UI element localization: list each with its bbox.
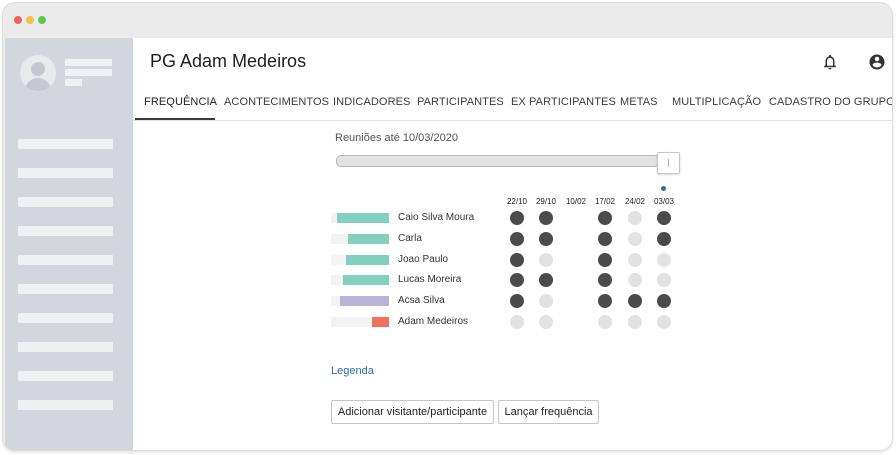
window-titlebar	[3, 3, 892, 37]
attendance-present-dot[interactable]	[539, 211, 553, 225]
user-avatar-icon[interactable]	[20, 55, 56, 91]
date-column-header: 17/02	[594, 197, 616, 206]
bell-icon[interactable]	[821, 53, 839, 71]
date-column-header: 22/10	[506, 197, 528, 206]
attendance-present-dot[interactable]	[510, 273, 524, 288]
attendance-absent-dot[interactable]	[628, 252, 642, 267]
frequency-bar-fill	[345, 254, 389, 265]
frequency-bar	[331, 317, 389, 327]
date-column-header: 24/02	[624, 197, 646, 206]
legend-link[interactable]: Legenda	[331, 365, 374, 377]
frequency-bar-fill	[371, 317, 389, 327]
meetings-range-label: Reuniões até 10/03/2020	[335, 132, 458, 144]
sidebar-item[interactable]	[18, 226, 113, 236]
attendance-present-dot[interactable]	[657, 211, 671, 225]
attendance-present-dot[interactable]	[510, 252, 524, 267]
sidebar	[5, 38, 133, 450]
tab-multiplicacao[interactable]: MULTIPLICAÇÃO	[672, 96, 761, 108]
tab-cadastro-do-grupo[interactable]: CADASTRO DO GRUPO	[769, 96, 892, 108]
sidebar-user-name-placeholder	[65, 59, 112, 66]
frequency-bar	[331, 254, 389, 265]
sidebar-item[interactable]	[18, 168, 113, 178]
account-circle-icon[interactable]	[868, 53, 886, 71]
frequency-bar	[331, 213, 389, 223]
frequency-bar	[331, 275, 389, 286]
sidebar-item[interactable]	[18, 342, 113, 352]
sidebar-item[interactable]	[18, 197, 113, 207]
date-column-header: 03/03	[653, 197, 675, 206]
meetings-slider-track[interactable]	[336, 155, 660, 167]
attendance-present-dot[interactable]	[657, 231, 671, 246]
attendance-absent-dot[interactable]	[657, 273, 671, 288]
attendance-present-dot[interactable]	[628, 294, 642, 309]
current-date-marker	[661, 186, 666, 191]
participant-name[interactable]: Acsa Silva	[398, 295, 445, 306]
date-column-header: 29/10	[535, 197, 557, 206]
participant-name[interactable]: Lucas Moreira	[398, 274, 461, 285]
attendance-absent-dot[interactable]	[628, 315, 642, 329]
frequency-bar-fill	[342, 275, 389, 286]
sidebar-item[interactable]	[18, 284, 113, 294]
tab-bar: FREQUÊNCIA ACONTECIMENTOS INDICADORES PA…	[133, 96, 892, 121]
attendance-absent-dot[interactable]	[628, 211, 642, 225]
participant-name[interactable]: Adam Medeiros	[398, 316, 468, 327]
launch-frequency-button[interactable]: Lançar frequência	[498, 400, 599, 424]
tab-frequencia[interactable]: FREQUÊNCIA	[144, 96, 217, 108]
attendance-present-dot[interactable]	[598, 294, 612, 309]
sidebar-user-role-placeholder	[65, 69, 112, 76]
attendance-present-dot[interactable]	[510, 211, 524, 225]
tab-metas[interactable]: METAS	[620, 96, 658, 108]
active-tab-indicator	[135, 118, 215, 120]
frequency-bar	[331, 233, 389, 244]
maximize-window-button[interactable]	[38, 16, 46, 24]
attendance-absent-dot[interactable]	[628, 273, 642, 288]
participant-name[interactable]: Carla	[398, 233, 422, 244]
attendance-absent-dot[interactable]	[628, 231, 642, 246]
tab-ex-participantes[interactable]: EX PARTICIPANTES	[511, 96, 616, 108]
attendance-absent-dot[interactable]	[539, 294, 553, 309]
app-window: PG Adam Medeiros FREQUÊNCIA ACONTECIMENT…	[3, 3, 892, 450]
sidebar-item[interactable]	[18, 400, 113, 410]
sidebar-item[interactable]	[18, 313, 113, 323]
attendance-present-dot[interactable]	[598, 273, 612, 288]
page-title: PG Adam Medeiros	[150, 51, 307, 71]
meetings-slider-handle[interactable]	[657, 152, 680, 174]
frequency-bar	[331, 296, 389, 307]
minimize-window-button[interactable]	[26, 16, 34, 24]
attendance-present-dot[interactable]	[510, 294, 524, 309]
attendance-absent-dot[interactable]	[539, 252, 553, 267]
sidebar-item[interactable]	[18, 371, 113, 381]
tab-acontecimentos[interactable]: ACONTECIMENTOS	[224, 96, 329, 108]
main-content: PG Adam Medeiros FREQUÊNCIA ACONTECIMENT…	[133, 38, 892, 450]
sidebar-user-extra-placeholder	[65, 79, 82, 86]
attendance-present-dot[interactable]	[510, 231, 524, 246]
attendance-present-dot[interactable]	[598, 211, 612, 225]
attendance-absent-dot[interactable]	[510, 315, 524, 329]
attendance-present-dot[interactable]	[598, 252, 612, 267]
add-visitor-button[interactable]: Adicionar visitante/participante	[331, 400, 494, 424]
frequency-bar-fill	[348, 233, 389, 244]
tab-participantes[interactable]: PARTICIPANTES	[417, 96, 504, 108]
attendance-absent-dot[interactable]	[598, 315, 612, 329]
attendance-present-dot[interactable]	[539, 231, 553, 246]
sidebar-item[interactable]	[18, 139, 113, 149]
attendance-absent-dot[interactable]	[539, 315, 553, 329]
attendance-present-dot[interactable]	[657, 294, 671, 309]
participant-name[interactable]: Caio Silva Moura	[398, 212, 474, 223]
attendance-present-dot[interactable]	[598, 231, 612, 246]
attendance-absent-dot[interactable]	[657, 252, 671, 267]
close-window-button[interactable]	[14, 16, 22, 24]
frequency-bar-fill	[339, 296, 389, 307]
frequency-bar-fill	[336, 213, 389, 223]
date-column-header: 10/02	[565, 197, 587, 206]
tab-indicadores[interactable]: INDICADORES	[333, 96, 411, 108]
participant-name[interactable]: Joao Paulo	[398, 254, 448, 265]
attendance-present-dot[interactable]	[539, 273, 553, 288]
sidebar-item[interactable]	[18, 255, 113, 265]
attendance-absent-dot[interactable]	[657, 315, 671, 329]
